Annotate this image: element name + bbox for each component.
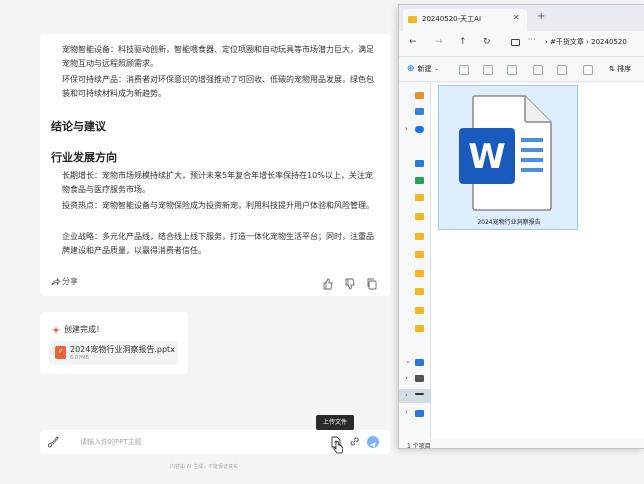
drive-icon[interactable] xyxy=(415,393,424,395)
paragraph-investment: 投资热点：宠物智能设备与宠物保险成为投资新宠，利用科技提升用户体验和风险管理。 xyxy=(62,201,374,210)
chevron-right-icon[interactable]: › xyxy=(405,125,408,133)
file-name: 2024宠物行业洞察报告 xyxy=(477,219,541,226)
heading-conclusion: 结论与建议 xyxy=(51,120,106,133)
selected-drive-row[interactable] xyxy=(399,389,431,403)
send-icon xyxy=(370,442,376,448)
breadcrumb[interactable]: › #干货文章 › 20240520 xyxy=(545,37,627,47)
onedrive-icon[interactable] xyxy=(415,126,424,133)
up-arrow-icon[interactable]: ↑ xyxy=(459,37,467,47)
chevron-right-icon[interactable]: › xyxy=(405,391,408,399)
plus-icon: ⊕ xyxy=(407,64,415,74)
explorer-tab-bar: 20240520-天工AI ✕ + xyxy=(399,5,644,31)
sidebar-folder-icon[interactable] xyxy=(415,194,424,201)
sidebar-folder-icon[interactable] xyxy=(415,213,424,220)
copy-button[interactable] xyxy=(366,275,378,290)
chevron-right-icon[interactable]: › xyxy=(405,408,408,416)
sidebar-folder-icon[interactable] xyxy=(415,325,424,332)
network-icon[interactable] xyxy=(415,410,424,417)
sidebar-folder-icon[interactable] xyxy=(415,233,424,240)
downloads-icon[interactable] xyxy=(415,177,424,184)
generation-result-card: 创建完成！ P 2024宠物行业洞察报告.pptx 6.07MB xyxy=(40,312,188,374)
paragraph-long-term-growth: 长期增长：宠物市场规模持续扩大，预计未来5年复合年增长率保持在10%以上，关注宠… xyxy=(62,171,373,194)
folder-icon xyxy=(408,16,417,23)
pptx-file-icon: P xyxy=(55,346,66,359)
chevron-down-icon[interactable]: ⌄ xyxy=(405,357,411,365)
sidebar-folder-icon[interactable] xyxy=(415,288,424,295)
explorer-nav-bar: ← → ↑ ↻ ··· › #干货文章 › 20240520 xyxy=(399,31,644,55)
forward-arrow-icon[interactable]: → xyxy=(435,37,443,47)
ai-disclaimer: 内容由 AI 生成，不能保证真实 xyxy=(170,464,239,470)
like-button[interactable] xyxy=(322,275,334,290)
new-tab-button[interactable]: + xyxy=(537,11,545,22)
paragraph-strategy: 企业战略：多元化产品线，结合线上线下服务，打造一体化宠物生活平台；同时，注重品牌… xyxy=(62,232,374,255)
sidebar-folder-icon[interactable] xyxy=(415,251,424,258)
navigation-pane: › ⌄ › › › xyxy=(399,83,431,439)
copy-file-icon[interactable] xyxy=(483,65,493,75)
pptx-attachment[interactable]: P 2024宠物行业洞察报告.pptx 6.07MB xyxy=(49,341,178,365)
paragraph-eco-products: 环保可持续产品：消费者对环保意识的增强推动了可回收、低碳的宠物用品发展，绿色包装… xyxy=(62,75,374,98)
sort-button[interactable]: ⇅ 排序 xyxy=(609,64,631,74)
tab-close-icon[interactable]: ✕ xyxy=(513,13,520,22)
share-button[interactable]: 分享 xyxy=(51,276,78,287)
item-count-status: 1 个项目 xyxy=(407,443,431,450)
delete-icon[interactable] xyxy=(583,65,593,75)
share-label: 分享 xyxy=(62,277,78,286)
paragraph-smart-devices: 宠物智能设备：科技驱动创新，智能喂食器、定位项圈和自动玩具等市场潜力巨大，满足宠… xyxy=(62,45,374,68)
home-icon[interactable] xyxy=(415,92,424,99)
creation-status: 创建完成！ xyxy=(52,324,104,335)
cut-icon[interactable] xyxy=(459,65,469,75)
copy-icon xyxy=(367,278,377,290)
share-file-icon[interactable] xyxy=(557,65,567,75)
explorer-tab[interactable]: 20240520-天工AI ✕ xyxy=(403,9,527,31)
new-label: 新建 xyxy=(417,65,432,73)
upload-tooltip: 上传文件 xyxy=(316,415,354,433)
file-list-area: W 2024宠物行业洞察报告 xyxy=(432,83,644,439)
send-button[interactable] xyxy=(367,436,379,448)
hand-cursor-icon xyxy=(333,441,343,454)
rename-icon[interactable] xyxy=(533,65,543,75)
drive-icon[interactable] xyxy=(415,375,424,382)
chevron-right-icon[interactable]: › xyxy=(405,374,408,382)
new-item-button[interactable]: ⊕ 新建 ⌄ xyxy=(407,64,439,74)
computer-icon[interactable] xyxy=(511,39,520,46)
attachment-name: 2024宠物行业洞察报告.pptx xyxy=(70,345,175,354)
dislike-button[interactable] xyxy=(344,275,356,290)
this-pc-icon[interactable] xyxy=(415,359,424,366)
sort-label: 排序 xyxy=(617,65,632,73)
refresh-icon[interactable]: ↻ xyxy=(483,37,491,47)
paste-icon[interactable] xyxy=(507,65,517,75)
thumbs-down-icon xyxy=(345,278,355,290)
chevron-down-icon: ⌄ xyxy=(434,66,439,72)
explorer-toolbar: ⊕ 新建 ⌄ ⇅ 排序 xyxy=(399,56,644,82)
gallery-icon[interactable] xyxy=(415,108,424,115)
ppt-topic-input[interactable] xyxy=(80,435,320,449)
attachment-size: 6.07MB xyxy=(70,355,89,361)
svg-text:W: W xyxy=(468,137,506,177)
share-icon xyxy=(51,277,60,286)
thumbs-up-icon xyxy=(323,278,333,290)
file-item-selected[interactable]: W 2024宠物行业洞察报告 xyxy=(438,85,578,230)
word-document-icon: W xyxy=(459,95,552,211)
heading-direction: 行业发展方向 xyxy=(51,151,117,164)
desktop-icon[interactable] xyxy=(415,160,424,167)
created-label: 创建完成！ xyxy=(64,325,104,334)
file-explorer-window: 20240520-天工AI ✕ + ← → ↑ ↻ ··· › #干货文章 › … xyxy=(398,4,644,450)
brush-icon[interactable] xyxy=(47,436,59,448)
tab-title: 20240520-天工AI xyxy=(422,15,482,23)
sparkle-icon xyxy=(52,325,60,334)
sidebar-folder-icon[interactable] xyxy=(415,307,424,314)
more-path-icon[interactable]: ··· xyxy=(528,35,536,44)
back-arrow-icon[interactable]: ← xyxy=(409,37,417,47)
link-button[interactable] xyxy=(349,436,360,447)
sidebar-folder-icon[interactable] xyxy=(415,270,424,277)
